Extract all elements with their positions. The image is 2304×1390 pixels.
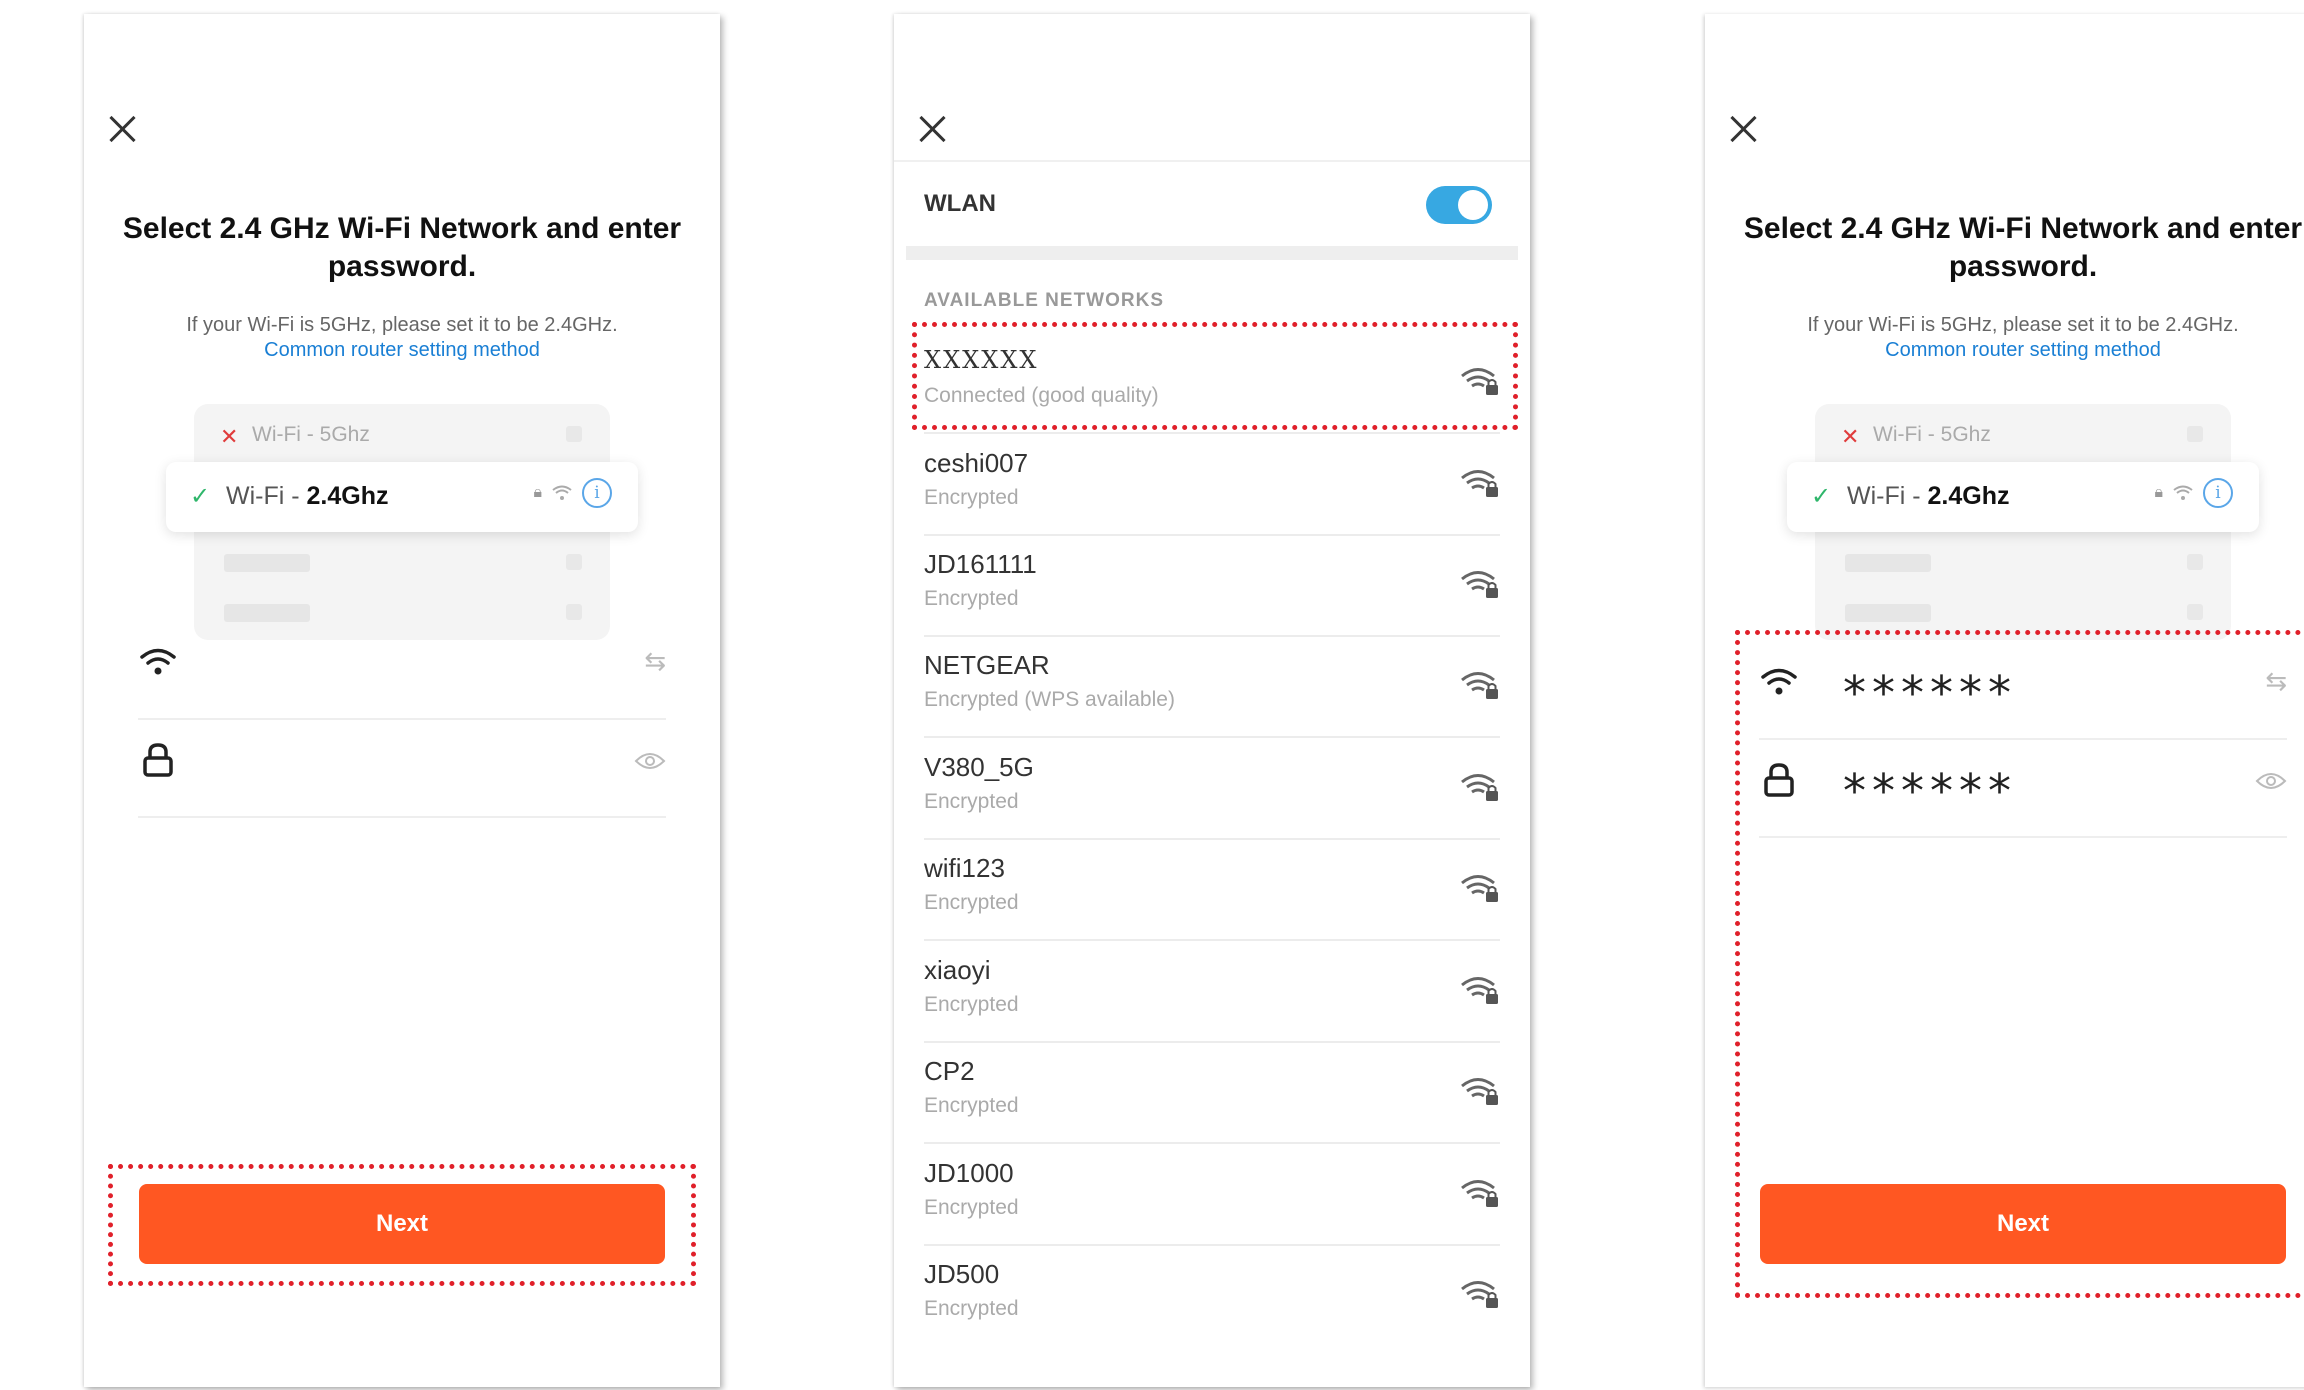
setup-screen-filled: Select 2.4 GHz Wi-Fi Network and enter p… (1705, 14, 2304, 1387)
network-item[interactable]: NETGEAR Encrypted (WPS available) (924, 636, 1500, 738)
signal-lock-icon (1461, 1281, 1498, 1308)
network-item[interactable]: ceshi007 Encrypted (924, 434, 1500, 536)
signal-lock-icon (1461, 672, 1498, 699)
page-title: Select 2.4 GHz Wi-Fi Network and enter p… (1743, 212, 2303, 283)
lock-icon (143, 743, 173, 777)
router-setting-link[interactable]: Common router setting method (84, 337, 720, 363)
signal-lock-icon (1461, 1078, 1498, 1105)
ssid-field[interactable]: ****** ⇆ (1759, 642, 2287, 740)
network-item[interactable]: xiaoyi Encrypted (924, 941, 1500, 1043)
setup-screen-empty: Select 2.4 GHz Wi-Fi Network and enter p… (84, 14, 720, 1387)
signal-lock-icon (1461, 470, 1498, 497)
network-item[interactable]: JD1000 Encrypted (924, 1144, 1500, 1246)
signal-lock-icon (1461, 977, 1498, 1004)
x-mark-icon: ✕ (220, 424, 239, 449)
wlan-settings-screen: WLAN AVAILABLE NETWORKS XXXXXX Connected … (894, 14, 1530, 1387)
close-icon[interactable] (916, 112, 950, 146)
ssid-field[interactable]: ⇆ (138, 622, 666, 720)
network-item[interactable]: XXXXXX Connected (good quality) (924, 332, 1500, 434)
placeholder-square (566, 426, 582, 442)
check-icon: ✓ (1811, 483, 1832, 510)
wlan-label: WLAN (924, 190, 996, 217)
hint-text: If your Wi-Fi is 5GHz, please set it to … (1807, 314, 2239, 336)
close-icon[interactable] (1727, 112, 1761, 146)
password-value: ****** (1843, 764, 2017, 818)
signal-lock-icon (1461, 368, 1498, 395)
placeholder-square (566, 554, 582, 570)
band-5ghz-label: Wi-Fi - 5Ghz (252, 423, 370, 446)
lock-icon (1764, 763, 1794, 797)
signal-lock-icon (1461, 875, 1498, 902)
wifi-icon (140, 648, 176, 675)
placeholder-bar (224, 554, 310, 572)
info-icon[interactable]: i (582, 478, 612, 508)
placeholder-bar (1845, 554, 1931, 572)
next-button[interactable]: Next (139, 1184, 665, 1264)
x-mark-icon: ✕ (1841, 424, 1860, 449)
signal-lock-icon (1461, 1180, 1498, 1207)
close-icon[interactable] (106, 112, 140, 146)
network-item[interactable]: JD161111 Encrypted (924, 535, 1500, 637)
swap-icon[interactable]: ⇆ (2265, 666, 2287, 697)
wlan-row: WLAN (894, 160, 1530, 248)
check-icon: ✓ (190, 483, 211, 510)
band-24ghz-card: ✓ Wi-Fi - 2.4Ghz 🔒︎ i (1787, 462, 2259, 532)
placeholder-bar (1845, 604, 1931, 622)
ssid-value: ****** (1843, 666, 2017, 720)
wlan-toggle[interactable] (1426, 186, 1492, 224)
placeholder-bar (224, 604, 310, 622)
placeholder-square (2187, 604, 2203, 620)
swap-icon[interactable]: ⇆ (644, 646, 666, 677)
lock-icon: 🔒︎ (2154, 484, 2163, 501)
signal-lock-icon (1461, 774, 1498, 801)
band-5ghz-label: Wi-Fi - 5Ghz (1873, 423, 1991, 446)
page-title: Select 2.4 GHz Wi-Fi Network and enter p… (122, 212, 682, 283)
router-setting-link[interactable]: Common router setting method (1705, 337, 2304, 363)
network-item[interactable]: V380_5G Encrypted (924, 738, 1500, 840)
band-24ghz-label: Wi-Fi - 2.4Ghz (1847, 482, 2010, 510)
signal-lock-icon (1461, 571, 1498, 598)
lock-icon: 🔒︎ (533, 484, 542, 501)
wifi-icon (552, 485, 572, 500)
password-field[interactable] (138, 720, 666, 818)
eye-icon[interactable] (2255, 770, 2287, 792)
hint-text: If your Wi-Fi is 5GHz, please set it to … (186, 314, 618, 336)
placeholder-square (2187, 554, 2203, 570)
network-item[interactable]: JD500 Encrypted (924, 1245, 1500, 1345)
band-24ghz-card: ✓ Wi-Fi - 2.4Ghz 🔒︎ i (166, 462, 638, 532)
network-item[interactable]: wifi123 Encrypted (924, 839, 1500, 941)
network-item[interactable]: CP2 Encrypted (924, 1042, 1500, 1144)
info-icon[interactable]: i (2203, 478, 2233, 508)
band-24ghz-label: Wi-Fi - 2.4Ghz (226, 482, 389, 510)
placeholder-square (2187, 426, 2203, 442)
section-available-networks: AVAILABLE NETWORKS (924, 290, 1165, 311)
divider (906, 246, 1518, 260)
wifi-icon (1761, 668, 1797, 695)
eye-icon[interactable] (634, 750, 666, 772)
next-button[interactable]: Next (1760, 1184, 2286, 1264)
placeholder-square (566, 604, 582, 620)
wifi-icon (2173, 485, 2193, 500)
password-field[interactable]: ****** (1759, 740, 2287, 838)
